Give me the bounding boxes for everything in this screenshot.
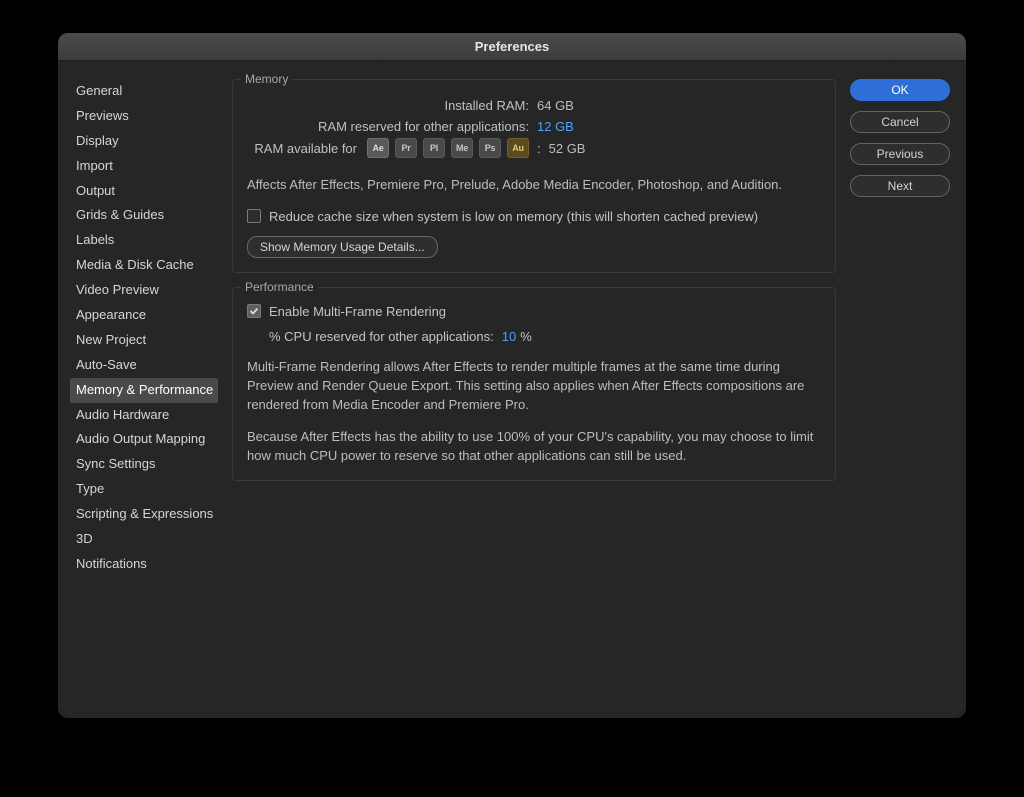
cpu-reserved-suffix: % — [520, 329, 532, 344]
available-ram-value: 52 GB — [549, 141, 586, 156]
sidebar-item-general[interactable]: General — [70, 79, 218, 104]
performance-panel: Performance Enable Multi-Frame Rendering… — [232, 287, 836, 481]
sidebar-item-audio-hardware[interactable]: Audio Hardware — [70, 403, 218, 428]
reserved-ram-value[interactable]: 12 GB — [537, 119, 574, 134]
cancel-button[interactable]: Cancel — [850, 111, 950, 133]
reduce-cache-checkbox[interactable] — [247, 209, 261, 223]
reserved-ram-label: RAM reserved for other applications: — [247, 119, 537, 134]
sidebar-item-labels[interactable]: Labels — [70, 228, 218, 253]
sidebar-item-output[interactable]: Output — [70, 179, 218, 204]
sidebar-item-video-preview[interactable]: Video Preview — [70, 278, 218, 303]
sidebar-item-appearance[interactable]: Appearance — [70, 303, 218, 328]
sidebar-item-notifications[interactable]: Notifications — [70, 552, 218, 577]
sidebar-item-new-project[interactable]: New Project — [70, 328, 218, 353]
ps-icon: Ps — [479, 138, 501, 158]
main-content: Memory Installed RAM: 64 GB RAM reserved… — [232, 79, 836, 700]
reduce-cache-row[interactable]: Reduce cache size when system is low on … — [247, 209, 821, 224]
sidebar-item-3d[interactable]: 3D — [70, 527, 218, 552]
show-memory-details-button[interactable]: Show Memory Usage Details... — [247, 236, 438, 258]
cpu-reserved-row: % CPU reserved for other applications: 1… — [269, 329, 821, 344]
ok-button[interactable]: OK — [850, 79, 950, 101]
pl-icon: Pl — [423, 138, 445, 158]
sidebar-item-sync-settings[interactable]: Sync Settings — [70, 452, 218, 477]
colon: : — [537, 141, 541, 156]
titlebar: Preferences — [58, 33, 966, 61]
enable-mfr-label: Enable Multi-Frame Rendering — [269, 304, 446, 319]
installed-ram-label: Installed RAM: — [247, 98, 537, 113]
mfr-description-1: Multi-Frame Rendering allows After Effec… — [247, 358, 821, 415]
available-ram-label: RAM available for — [247, 141, 365, 156]
sidebar-item-media-disk-cache[interactable]: Media & Disk Cache — [70, 253, 218, 278]
installed-ram-value: 64 GB — [537, 98, 574, 113]
pr-icon: Pr — [395, 138, 417, 158]
sidebar-item-grids-guides[interactable]: Grids & Guides — [70, 203, 218, 228]
memory-description: Affects After Effects, Premiere Pro, Pre… — [247, 176, 807, 195]
app-icons-group: Ae Pr Pl Me Ps Au — [367, 138, 529, 158]
sidebar-item-previews[interactable]: Previews — [70, 104, 218, 129]
ae-icon: Ae — [367, 138, 389, 158]
sidebar: GeneralPreviewsDisplayImportOutputGrids … — [70, 79, 218, 700]
sidebar-item-auto-save[interactable]: Auto-Save — [70, 353, 218, 378]
performance-panel-title: Performance — [241, 280, 318, 294]
preferences-dialog: Preferences GeneralPreviewsDisplayImport… — [58, 33, 966, 718]
dialog-title: Preferences — [475, 39, 549, 54]
next-button[interactable]: Next — [850, 175, 950, 197]
memory-panel: Memory Installed RAM: 64 GB RAM reserved… — [232, 79, 836, 273]
sidebar-item-scripting-expressions[interactable]: Scripting & Expressions — [70, 502, 218, 527]
sidebar-item-import[interactable]: Import — [70, 154, 218, 179]
mfr-description-2: Because After Effects has the ability to… — [247, 428, 821, 466]
cpu-reserved-label: % CPU reserved for other applications: — [269, 329, 494, 344]
memory-panel-title: Memory — [241, 72, 292, 86]
sidebar-item-display[interactable]: Display — [70, 129, 218, 154]
enable-mfr-row[interactable]: Enable Multi-Frame Rendering — [247, 304, 821, 319]
enable-mfr-checkbox[interactable] — [247, 304, 261, 318]
reduce-cache-label: Reduce cache size when system is low on … — [269, 209, 758, 224]
au-icon: Au — [507, 138, 529, 158]
sidebar-item-type[interactable]: Type — [70, 477, 218, 502]
sidebar-item-memory-performance[interactable]: Memory & Performance — [70, 378, 218, 403]
cpu-reserved-value[interactable]: 10 — [502, 329, 516, 344]
me-icon: Me — [451, 138, 473, 158]
dialog-body: GeneralPreviewsDisplayImportOutputGrids … — [58, 61, 966, 718]
previous-button[interactable]: Previous — [850, 143, 950, 165]
sidebar-item-audio-output-mapping[interactable]: Audio Output Mapping — [70, 427, 218, 452]
dialog-buttons-column: OK Cancel Previous Next — [850, 79, 950, 700]
